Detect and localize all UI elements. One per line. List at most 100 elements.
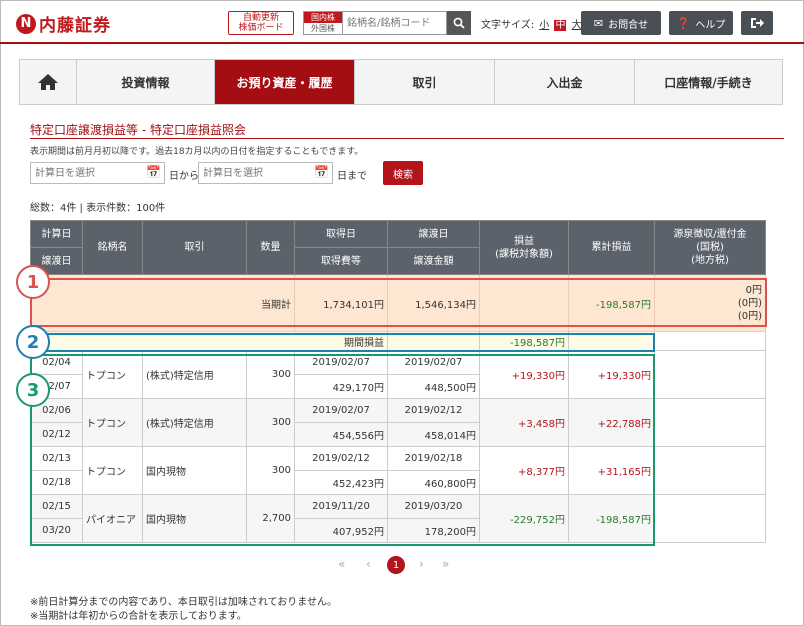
total-tax-2: (0円) [737, 297, 762, 309]
help-button[interactable]: ❓ ヘルプ [669, 11, 733, 35]
acq-date: 2019/11/20 [294, 494, 388, 519]
auto-board-line1: 自動更新 [242, 13, 279, 23]
period-row: 期間損益 -198,587円 [30, 331, 766, 351]
th-acq-date: 取得日 [294, 220, 388, 248]
acq-cost: 452,423円 [294, 470, 388, 495]
font-small-link[interactable]: 小 [539, 20, 549, 31]
sell-date: 2019/02/07 [387, 350, 480, 375]
table-row: 02/13 トプコン 国内現物 300 2019/02/12 2019/02/18 +8,3… [30, 446, 766, 495]
question-icon: ❓ [676, 16, 691, 30]
th-tax: 源泉徴収/還付金 (国税) (地方税) [654, 220, 766, 275]
nav-trade[interactable]: 取引 [355, 60, 495, 104]
pl-value: +8,377円 [479, 446, 569, 495]
sell-date: 2019/02/18 [387, 446, 480, 471]
tax-empty [654, 446, 766, 495]
logo-text: 内藤証券 [39, 16, 111, 36]
annotation-circle-1: 1 [16, 265, 50, 299]
issue-name[interactable]: トプコン [82, 446, 143, 495]
quantity: 300 [246, 446, 295, 495]
logout-icon [751, 18, 764, 28]
nav-home[interactable] [20, 60, 77, 104]
cum-pl-value: +19,330円 [568, 350, 655, 399]
acq-date: 2019/02/07 [294, 350, 388, 375]
total-tax-1: 0円 [745, 284, 762, 296]
font-size-selector: 文字サイズ: 小 中 大 [481, 16, 582, 31]
page-next[interactable]: › [419, 557, 424, 571]
nav-deposit-withdrawal[interactable]: 入出金 [495, 60, 635, 104]
home-icon [38, 74, 58, 90]
quantity: 300 [246, 350, 295, 399]
nav-account-info[interactable]: 口座情報/手続き [635, 60, 782, 104]
date-to-input[interactable] [198, 162, 333, 184]
total-row: 当期計 1,734,101円 1,546,134円 -198,587円 0円 (… [30, 274, 766, 332]
total-tax-3: (0円) [737, 310, 762, 322]
calendar-icon[interactable]: 📅 [314, 165, 329, 179]
date-from-input[interactable] [30, 162, 165, 184]
th-pl: 損益 (課税対象額) [479, 220, 569, 275]
calc-date: 02/15 [30, 494, 83, 519]
search-button[interactable] [447, 11, 471, 35]
acq-cost: 429,170円 [294, 374, 388, 399]
page-last[interactable]: » [442, 557, 449, 571]
contact-label: お問合せ [608, 19, 649, 31]
nav-assets-history[interactable]: お預り資産・履歴 [215, 60, 355, 104]
th-trade: 取引 [142, 220, 247, 275]
issue-name[interactable]: トプコン [82, 350, 143, 399]
transfer-date: 03/20 [30, 518, 83, 543]
nav-investment-info[interactable]: 投資情報 [77, 60, 215, 104]
page-first[interactable]: « [338, 557, 345, 571]
total-pl [479, 274, 569, 332]
transfer-date: 02/12 [30, 422, 83, 447]
table-row: 02/15 パイオニア 国内現物 2,700 2019/11/20 2019/03/20-… [30, 494, 766, 543]
date-from-suffix: 日から [169, 171, 199, 182]
acq-cost: 454,556円 [294, 422, 388, 447]
font-medium-link[interactable]: 中 [554, 20, 567, 31]
th-pl-l2: (課税対象額) [495, 248, 553, 260]
contact-button[interactable]: ✉ お問合せ [581, 11, 661, 35]
pl-value: +3,458円 [479, 398, 569, 447]
cum-pl-value: -198,587円 [568, 494, 655, 543]
th-tax-l2: (国税) [696, 242, 724, 253]
page-current[interactable]: 1 [387, 556, 405, 574]
auto-update-board-button[interactable]: 自動更新 株価ボード [228, 11, 294, 35]
total-sell-amount: 1,546,134円 [387, 274, 480, 332]
trade-type: 国内現物 [142, 446, 247, 495]
total-label: 当期計 [30, 274, 295, 332]
sell-date: 2019/02/12 [387, 398, 480, 423]
footer-note-2: ※当期計は年初からの合計を表示しております。 [30, 611, 247, 622]
market-domestic[interactable]: 国内株 [304, 12, 342, 23]
mail-icon: ✉ [593, 16, 604, 30]
issue-name[interactable]: パイオニア [82, 494, 143, 543]
logout-button[interactable] [741, 11, 773, 35]
result-count: 総数：4件 | 表示件数：100件 [30, 203, 166, 214]
date-to-suffix: 日まで [337, 171, 367, 182]
th-sell-amount: 譲渡金額 [387, 247, 480, 275]
trade-type: 国内現物 [142, 494, 247, 543]
trade-type: (株式)特定信用 [142, 350, 247, 399]
stock-search-input[interactable] [343, 11, 447, 35]
calc-date: 02/13 [30, 446, 83, 471]
search-icon [453, 17, 465, 29]
th-calc-date: 計算日 [30, 220, 83, 248]
title-divider [30, 138, 784, 139]
cum-pl-value: +22,788円 [568, 398, 655, 447]
annotation-circle-2: 2 [16, 325, 50, 359]
period-label: 期間損益 [30, 331, 388, 351]
market-toggle[interactable]: 国内株 外国株 [303, 11, 343, 35]
search-submit-button[interactable]: 検索 [383, 161, 423, 185]
page-prev[interactable]: ‹ [366, 557, 371, 571]
page-title: 特定口座譲渡損益等 - 特定口座損益照会 [30, 123, 246, 137]
quantity: 2,700 [246, 494, 295, 543]
th-qty: 数量 [246, 220, 295, 275]
market-foreign[interactable]: 外国株 [304, 23, 342, 34]
th-sell-date: 譲渡日 [387, 220, 480, 248]
period-empty [387, 331, 480, 351]
auto-board-line2: 株価ボード [238, 23, 284, 33]
trade-type: (株式)特定信用 [142, 398, 247, 447]
issue-name[interactable]: トプコン [82, 398, 143, 447]
logo-mark: N [16, 13, 36, 34]
calendar-icon[interactable]: 📅 [146, 165, 161, 179]
total-acq-cost: 1,734,101円 [294, 274, 388, 332]
logo[interactable]: N 内藤証券 [16, 11, 111, 36]
sell-amount: 178,200円 [387, 518, 480, 543]
